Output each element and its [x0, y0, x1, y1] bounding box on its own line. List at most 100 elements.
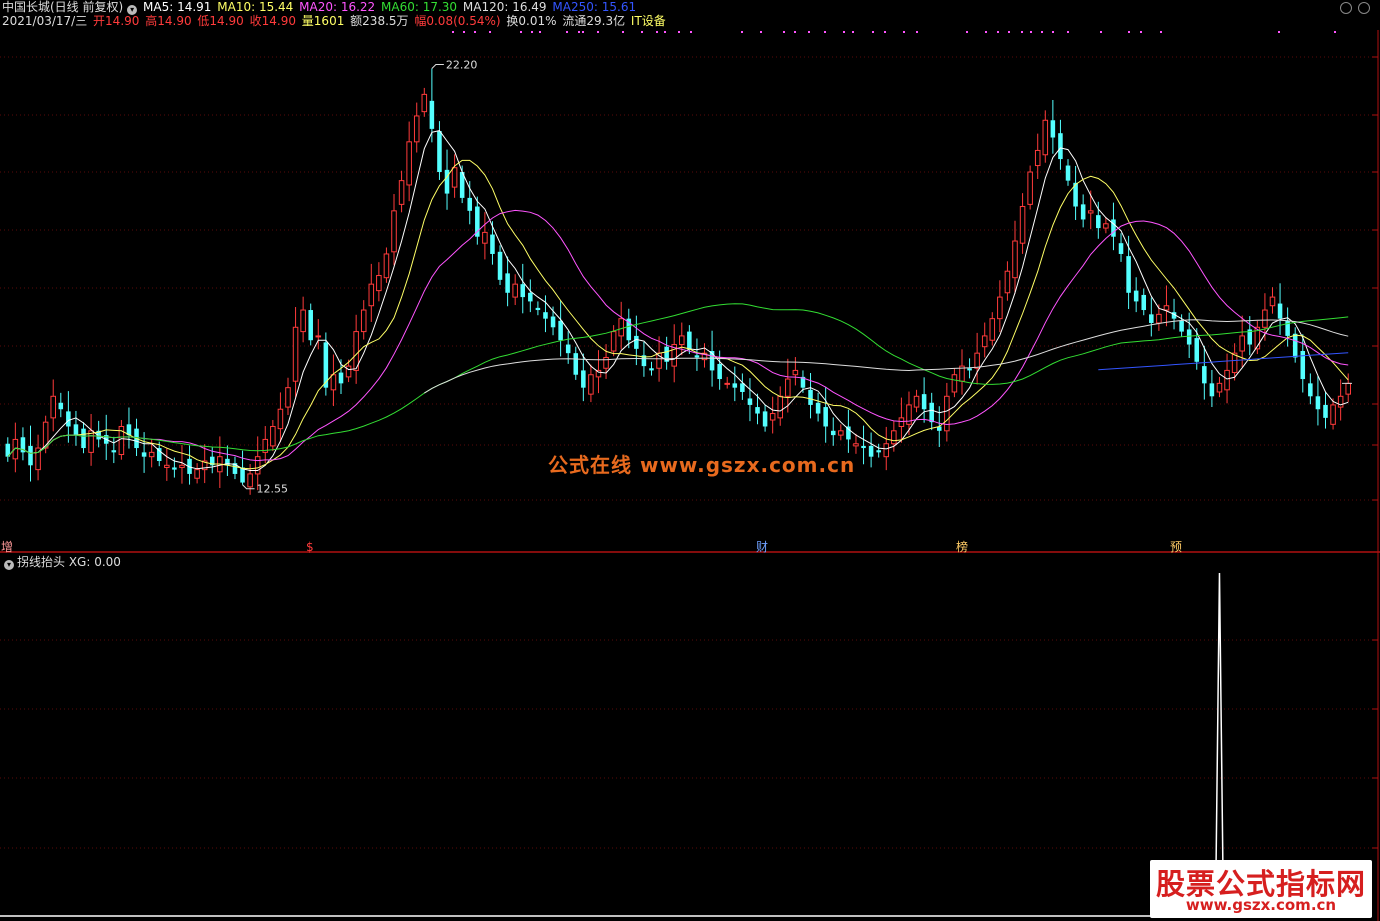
candle-body-down[interactable] — [520, 284, 526, 298]
candle-body-down[interactable] — [740, 383, 745, 392]
info-dot-marker[interactable] — [656, 31, 658, 33]
candle-body-up[interactable] — [1269, 296, 1276, 307]
candle-body-up[interactable] — [368, 283, 375, 307]
candle-body-down[interactable] — [694, 355, 700, 358]
candle-body-down[interactable] — [1133, 290, 1139, 302]
info-dot-marker[interactable] — [641, 31, 643, 33]
candle-body-up[interactable] — [1345, 382, 1351, 395]
candle-body-down[interactable] — [1202, 366, 1207, 384]
candle-body-down[interactable] — [505, 273, 510, 293]
event-marker-finance[interactable]: 财 — [756, 540, 768, 554]
info-dot-marker[interactable] — [1041, 31, 1043, 33]
info-dot-marker[interactable] — [539, 31, 541, 33]
candle-body-down[interactable] — [338, 372, 344, 384]
info-dot-marker[interactable] — [1100, 31, 1102, 33]
info-dot-marker[interactable] — [884, 31, 886, 33]
candle-body-down[interactable] — [815, 402, 821, 414]
info-dot-marker[interactable] — [852, 31, 854, 33]
candle-body-up[interactable] — [1042, 119, 1049, 156]
candle-body-down[interactable] — [929, 402, 934, 423]
candle-body-down[interactable] — [732, 383, 738, 388]
candle-body-down[interactable] — [581, 370, 586, 388]
candle-body-down[interactable] — [1126, 256, 1131, 293]
candle-body-up[interactable] — [989, 318, 996, 341]
candle-body-up[interactable] — [891, 430, 897, 445]
info-dot-marker[interactable] — [1030, 31, 1032, 33]
candle-body-down[interactable] — [490, 234, 495, 254]
candle-body-up[interactable] — [391, 210, 397, 253]
candle-body-up[interactable] — [1216, 382, 1223, 393]
candle-body-up[interactable] — [1337, 395, 1344, 408]
candle-body-up[interactable] — [1004, 270, 1011, 294]
info-dot-marker[interactable] — [966, 31, 968, 33]
candle-body-up[interactable] — [406, 141, 412, 186]
info-dot-marker[interactable] — [566, 31, 568, 33]
info-dot-marker[interactable] — [824, 31, 826, 33]
candle-body-up[interactable] — [679, 335, 685, 346]
info-dot-marker[interactable] — [1008, 31, 1010, 33]
candle-body-up[interactable] — [421, 93, 428, 113]
info-dot-marker[interactable] — [843, 31, 845, 33]
candle-body-up[interactable] — [1087, 210, 1094, 214]
info-dot-marker[interactable] — [1021, 31, 1023, 33]
candle-body-down[interactable] — [558, 320, 563, 341]
candle-body-down[interactable] — [111, 450, 117, 453]
candle-body-down[interactable] — [649, 368, 654, 371]
info-dot-marker[interactable] — [1278, 31, 1280, 33]
candle-body-down[interactable] — [444, 169, 450, 194]
candle-body-down[interactable] — [528, 292, 533, 302]
candle-body-down[interactable] — [830, 430, 836, 436]
candle-body-up[interactable] — [512, 283, 518, 298]
candle-body-down[interactable] — [73, 424, 79, 436]
candle-body-up[interactable] — [603, 356, 609, 369]
candle-body-up[interactable] — [785, 378, 791, 397]
candle-body-up[interactable] — [838, 430, 844, 436]
info-dot-marker[interactable] — [664, 31, 666, 33]
candle-body-down[interactable] — [467, 197, 473, 211]
candle-body-up[interactable] — [1262, 309, 1268, 328]
candle-body-up[interactable] — [194, 469, 200, 479]
candle-body-up[interactable] — [898, 417, 905, 427]
candle-body-up[interactable] — [398, 180, 405, 205]
candle-body-up[interactable] — [853, 443, 859, 447]
candle-body-up[interactable] — [1019, 206, 1026, 244]
info-dot-marker[interactable] — [903, 31, 905, 33]
candle-body-up[interactable] — [1103, 223, 1109, 229]
candle-body-down[interactable] — [429, 100, 435, 129]
candle-body-up[interactable] — [482, 231, 488, 244]
candle-body-up[interactable] — [300, 309, 306, 333]
event-marker-increase[interactable]: 增 — [1, 540, 13, 554]
candle-body-down[interactable] — [634, 335, 639, 349]
candle-body-down[interactable] — [535, 307, 541, 311]
candle-body-down[interactable] — [1118, 243, 1124, 254]
candle-body-down[interactable] — [1096, 215, 1101, 229]
candle-body-up[interactable] — [50, 395, 56, 419]
event-marker-list[interactable]: 榜 — [956, 540, 968, 554]
candle-body-up[interactable] — [944, 395, 950, 432]
candle-body-up[interactable] — [1012, 240, 1018, 279]
info-dot-marker[interactable] — [452, 31, 454, 33]
candle-body-up[interactable] — [769, 413, 776, 421]
candle-body-down[interactable] — [308, 310, 313, 341]
candle-body-up[interactable] — [413, 115, 420, 143]
info-dot-marker[interactable] — [1140, 31, 1142, 33]
info-dot-marker[interactable] — [463, 31, 465, 33]
candle-body-down[interactable] — [1080, 204, 1086, 220]
info-dot-marker[interactable] — [794, 31, 796, 33]
candle-body-up[interactable] — [974, 352, 980, 369]
candle-body-down[interactable] — [81, 428, 86, 449]
candle-body-down[interactable] — [565, 344, 571, 354]
dropdown-icon[interactable]: ▾ — [4, 560, 14, 570]
info-dot-marker[interactable] — [1160, 31, 1162, 33]
candle-body-down[interactable] — [687, 331, 692, 349]
candle-body-down[interactable] — [1065, 165, 1071, 181]
candle-body-down[interactable] — [1050, 120, 1056, 138]
candle-body-down[interactable] — [1194, 338, 1200, 362]
candle-body-up[interactable] — [951, 374, 958, 393]
info-dot-marker[interactable] — [783, 31, 785, 33]
candle-body-up[interactable] — [1156, 313, 1162, 324]
info-dot-marker[interactable] — [1334, 31, 1336, 33]
candle-body-down[interactable] — [823, 407, 828, 427]
candle-body-up[interactable] — [981, 335, 988, 348]
candle-body-up[interactable] — [383, 253, 390, 279]
